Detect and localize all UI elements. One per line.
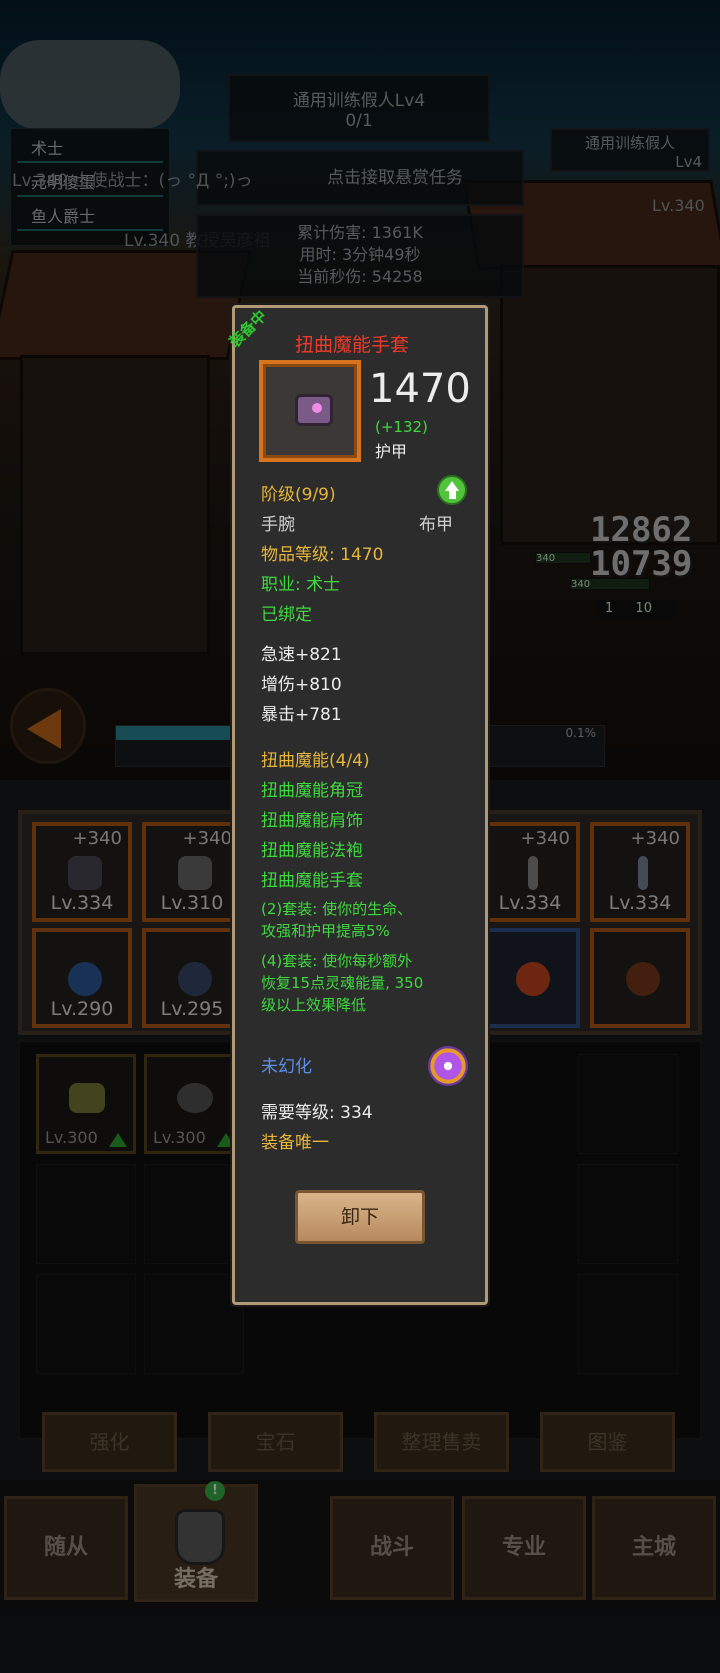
attribute-haste: 急速+821 bbox=[261, 645, 342, 665]
set-piece: 扭曲魔能法袍 bbox=[261, 841, 363, 861]
set-bonus-4: 恢复15点灵魂能量, 350 bbox=[261, 974, 424, 992]
set-bonus-2: 攻强和护甲提高5% bbox=[261, 922, 390, 940]
main-stat-value: 1470 bbox=[369, 366, 471, 412]
illusion-icon[interactable] bbox=[428, 1046, 468, 1086]
set-bonus-4: (4)套装: 使你每秒额外 bbox=[261, 952, 413, 970]
set-name: 扭曲魔能(4/4) bbox=[261, 751, 370, 771]
item-slot: 手腕 bbox=[261, 515, 295, 535]
unique-tag: 装备唯一 bbox=[261, 1133, 329, 1153]
set-bonus-4: 级以上效果降低 bbox=[261, 996, 367, 1014]
attribute-crit: 暴击+781 bbox=[261, 705, 342, 725]
attribute-damage: 增伤+810 bbox=[261, 675, 342, 695]
required-level: 需要等级: 334 bbox=[261, 1103, 373, 1123]
main-stat-name: 护甲 bbox=[375, 442, 408, 461]
set-piece: 扭曲魔能手套 bbox=[261, 871, 363, 891]
armor-type: 布甲 bbox=[419, 515, 453, 535]
item-tooltip: 装备中 扭曲魔能手套 1470 (+132) 护甲 阶级(9/9) 手腕 布甲 … bbox=[226, 305, 488, 1305]
illusion-status: 未幻化 bbox=[261, 1057, 312, 1077]
item-name: 扭曲魔能手套 bbox=[295, 334, 410, 356]
set-piece: 扭曲魔能角冠 bbox=[261, 781, 363, 801]
item-class: 职业: 术士 bbox=[261, 575, 341, 595]
equipped-badge: 装备中 bbox=[225, 306, 271, 352]
gloves-icon bbox=[295, 394, 333, 426]
unequip-button[interactable]: 卸下 bbox=[295, 1190, 425, 1244]
item-level: 物品等级: 1470 bbox=[261, 545, 384, 565]
main-stat-bonus: (+132) bbox=[375, 418, 428, 436]
set-bonus-2: (2)套装: 使你的生命、 bbox=[261, 900, 413, 918]
set-piece: 扭曲魔能肩饰 bbox=[261, 811, 363, 831]
bound-status: 已绑定 bbox=[261, 605, 312, 625]
item-tier: 阶级(9/9) bbox=[261, 485, 336, 505]
upgrade-arrow-icon bbox=[437, 475, 467, 505]
item-icon-frame bbox=[259, 360, 361, 462]
